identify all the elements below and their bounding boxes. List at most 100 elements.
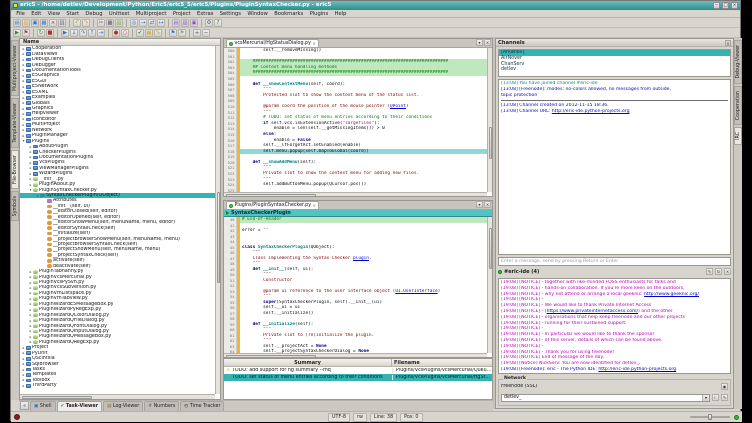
search-icon[interactable]: ◎ [130,19,138,27]
tab-numbers[interactable]: #Numbers [144,401,179,411]
refresh-button[interactable]: ↻ [715,268,722,275]
menu-settings[interactable]: Settings [217,10,245,18]
new-icon[interactable]: ▤ [13,19,21,27]
tab-cooperation[interactable]: Cooperation [734,86,742,125]
connect-button[interactable]: ◉ [721,383,728,390]
undo-icon[interactable]: ↶ [73,19,81,27]
tab-task-viewer[interactable]: ✔Task-Viewer [57,401,103,411]
continue-icon[interactable]: ▶ [61,29,69,37]
search-next-icon[interactable]: → [139,19,147,27]
zoom-slider-thumb[interactable] [708,414,712,420]
tab-close-icon[interactable]: × [313,203,316,208]
replace-icon[interactable]: ⇄ [148,19,156,27]
menu-project[interactable]: Project [170,10,194,18]
tab-symbols[interactable]: Symbols [11,191,19,221]
unittest-icon[interactable]: ▦ [145,29,153,37]
leave-channel-button[interactable]: × [724,268,731,275]
paste-icon[interactable]: ▧ [115,19,123,27]
tab-time-tracker[interactable]: ◴Time Tracker [180,401,224,411]
editor-top-vscrollbar[interactable] [487,48,492,192]
message-link[interactable]: https://www.privateinternetaccess.com/ [547,309,638,314]
run-to-cursor-icon[interactable]: ⇥ [97,29,105,37]
irc-user[interactable]: detlev [499,67,730,73]
column-header-filename[interactable]: Filename [392,359,492,366]
close-file-icon[interactable]: × [49,19,57,27]
tabbar-close-button[interactable]: × [484,201,491,208]
menu-view[interactable]: View [44,10,63,18]
minimize-button[interactable]: − [713,2,720,9]
zoom-slider[interactable] [690,416,730,418]
code-area[interactable]: 40# End-Of-Header4142error = ""434445cla… [224,217,487,353]
message-link[interactable]: http://eric-ide.python-projects.org [598,367,676,372]
panel-close-icon[interactable]: × [725,40,731,46]
debug-script-icon[interactable]: ⚑ [22,29,30,37]
tree-hscrollbar[interactable] [20,394,215,399]
open-project-icon[interactable]: ▨ [181,19,189,27]
task-row[interactable]: ⚠TODO: add support for hg summary --mqPl… [224,367,492,374]
menu-extras[interactable]: Extras [194,10,217,18]
copy-icon[interactable]: ▩ [106,19,114,27]
bookmark-icon[interactable]: ⚑ [169,29,177,37]
tree-item[interactable]: ▸ThirdParty [20,383,215,388]
zoom-out-icon[interactable]: − [202,29,210,37]
syntax-check-icon[interactable]: ✔ [136,29,144,37]
tree-vscrollbar[interactable] [215,46,220,394]
redo-icon[interactable]: ↷ [82,19,90,27]
menu-multiproject[interactable]: Multiproject [133,10,170,18]
step-over-icon[interactable]: ↷ [79,29,87,37]
open-icon[interactable]: ▨ [22,19,30,27]
new-project-icon[interactable]: ▤ [172,19,180,27]
tabbar-close-button[interactable]: × [484,39,491,46]
step-icon[interactable]: ↓ [70,29,78,37]
save-project-icon[interactable]: ▣ [190,19,198,27]
code-area[interactable]: 500 self.__removeMissing()501502 #######… [224,48,487,192]
edit-topic-button[interactable]: ✎ [706,268,713,275]
away-button[interactable]: ☾ [712,394,719,401]
next-bookmark-icon[interactable]: ⚑ [178,29,186,37]
editor-bottom-hscrollbar[interactable] [224,353,487,357]
menu-plugins[interactable]: Plugins [306,10,331,18]
stop-script-icon[interactable]: ■ [46,29,54,37]
editor-tab[interactable]: vcsMercurial/HgStatusDialog.py × [226,39,319,47]
tab-list-button[interactable]: ▾ [476,201,483,208]
task-row[interactable]: ⚠TODO: set status of menu entries accord… [224,374,492,381]
menu-edit[interactable]: Edit [28,10,44,18]
menu-start[interactable]: Start [63,10,82,18]
restart-icon[interactable]: ↻ [37,29,45,37]
menu-bookmarks[interactable]: Bookmarks [271,10,306,18]
tab-file-browser[interactable]: File-Browser [11,150,19,189]
tab-log-viewer[interactable]: ▤Log-Viewer [103,401,143,411]
save-all-icon[interactable]: ▦ [40,19,48,27]
tab-shell[interactable]: ▣Shell [30,401,56,411]
menu-file[interactable]: File [13,10,28,18]
clear-breakpoints-icon[interactable]: ○ [121,29,129,37]
tree-column-header[interactable]: Name [20,39,220,46]
goto-line-icon[interactable]: ↦ [157,19,165,27]
editor-top-hscrollbar[interactable] [224,192,487,196]
menu-debug[interactable]: Debug [82,10,105,18]
print-icon[interactable]: ▥ [58,19,66,27]
message-input[interactable]: Enter a message, send by pressing Return… [498,257,731,266]
run-script-icon[interactable]: ▶ [13,29,21,37]
tab-list-button[interactable]: ▾ [476,39,483,46]
zoom-in-icon[interactable]: + [193,29,201,37]
close-button[interactable]: × [731,2,738,9]
menu-window[interactable]: Window [244,10,271,18]
edit-nick-button[interactable]: ✎ [721,394,728,401]
tab-template-viewer[interactable]: Template-Viewer [11,98,19,148]
menu-unittest[interactable]: Unittest [106,10,133,18]
tab-multiproject-viewer[interactable]: Multiproject-Viewer [11,40,19,96]
profile-icon[interactable]: % [154,29,162,37]
tabbar-scroll-left-button[interactable]: « [20,401,29,410]
editor-bottom-vscrollbar[interactable] [487,217,492,353]
message-link[interactable]: http://www.geeknic.org/ [644,292,699,297]
column-header-summary[interactable]: Summary [224,359,392,366]
tab-irc[interactable]: IRC [734,127,742,145]
cut-icon[interactable]: ✂ [97,19,105,27]
step-out-icon[interactable]: ↑ [88,29,96,37]
save-icon[interactable]: ▣ [31,19,39,27]
message-link[interactable]: http://eric-ide.python-projects.org [552,109,630,114]
nickname-combo[interactable]: detlev_ ▾ [501,394,710,402]
breakpoint-icon[interactable]: ● [112,29,120,37]
tab-close-icon[interactable]: × [312,41,315,46]
